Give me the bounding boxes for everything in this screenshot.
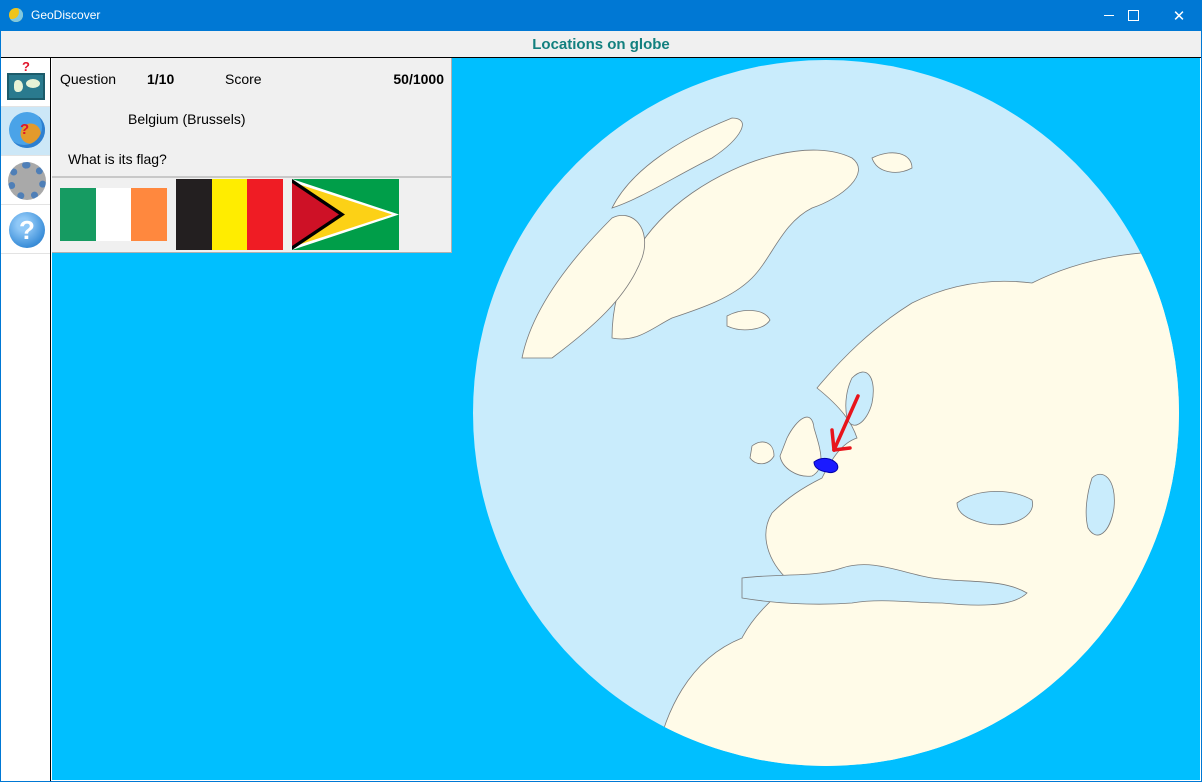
header-bar: Locations on globe xyxy=(1,31,1201,58)
app-globe-icon xyxy=(9,8,23,22)
question-mark-icon: ? xyxy=(20,121,30,138)
question-mark-icon: ? xyxy=(22,59,30,74)
help-icon: ? xyxy=(9,212,45,248)
maximize-icon xyxy=(1127,10,1139,21)
question-counter: 1/10 xyxy=(147,71,175,87)
sidebar-item-settings[interactable] xyxy=(1,156,50,205)
world-map-icon xyxy=(7,73,45,100)
sidebar-item-globe-quiz[interactable]: ? xyxy=(1,107,50,156)
answer-flag-guyana[interactable] xyxy=(292,179,399,250)
quiz-panel: Question 1/10 Score 50/1000 Belgium (Bru… xyxy=(52,58,452,253)
sidebar-item-help[interactable]: ? xyxy=(1,205,50,254)
close-icon: ✕ xyxy=(1172,7,1186,25)
window-title: GeoDiscover xyxy=(31,8,101,22)
panel-divider xyxy=(52,176,451,178)
sidebar: ? ? ? xyxy=(1,58,51,781)
score-value: 50/1000 xyxy=(393,71,444,87)
gear-icon xyxy=(8,162,46,200)
sidebar-item-map-quiz[interactable]: ? xyxy=(1,58,50,107)
close-button[interactable]: ✕ xyxy=(1156,0,1202,31)
title-bar: GeoDiscover ✕ xyxy=(0,0,1202,31)
answer-flag-ireland[interactable] xyxy=(60,188,167,241)
answer-flag-belgium[interactable] xyxy=(176,179,283,250)
country-name: Belgium (Brussels) xyxy=(128,111,246,127)
question-prompt: What is its flag? xyxy=(68,151,167,167)
score-label: Score xyxy=(225,71,262,87)
question-label: Question xyxy=(60,71,117,87)
maximize-button[interactable] xyxy=(1110,0,1156,31)
page-title: Locations on globe xyxy=(532,36,670,53)
